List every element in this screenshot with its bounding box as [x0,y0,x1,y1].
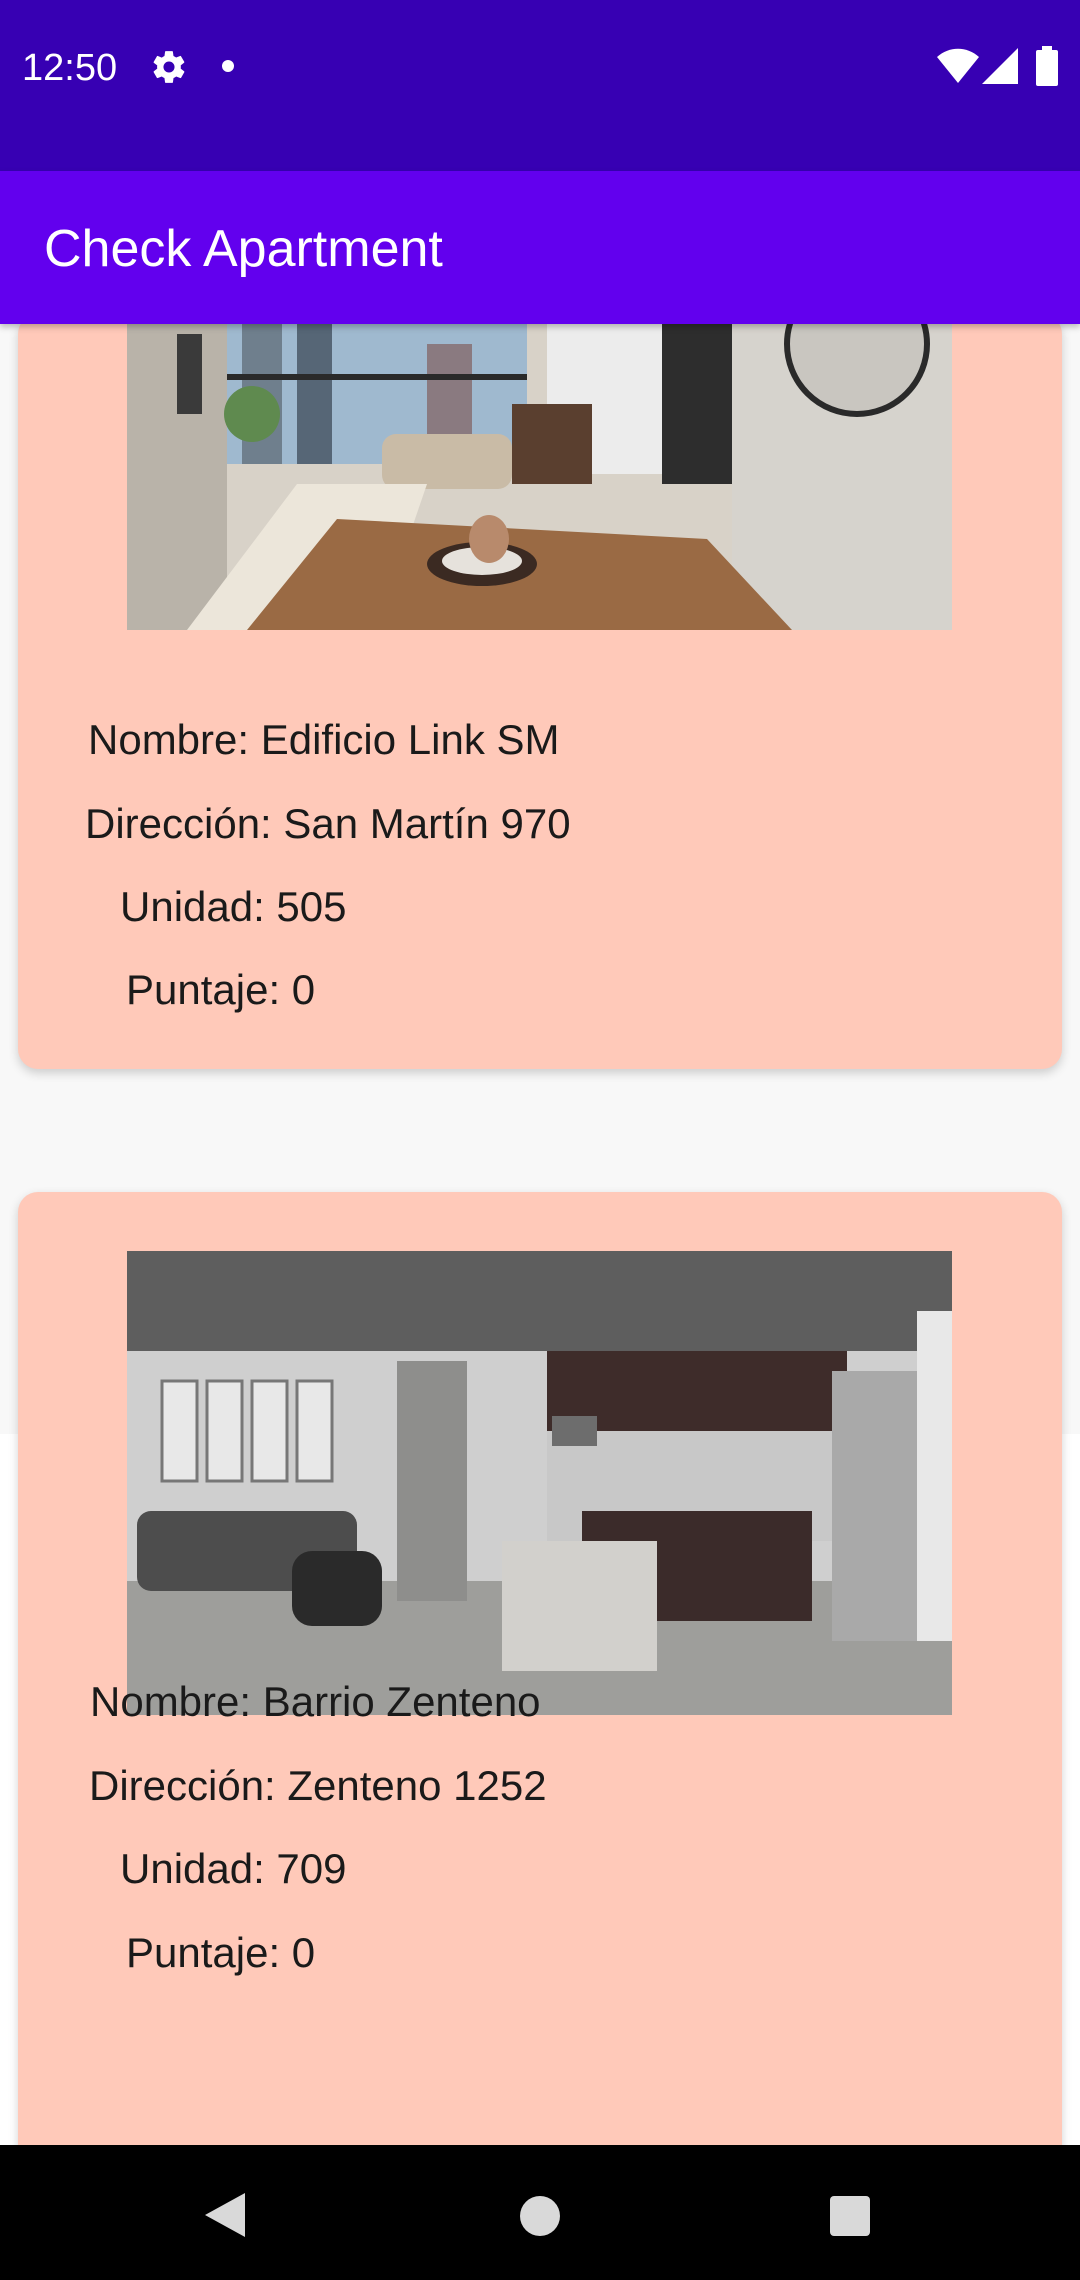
app-title: Check Apartment [44,220,443,278]
apartment-score: Puntaje: 0 [126,1929,316,1976]
apartment-name: Nombre: Barrio Zenteno [90,1678,541,1725]
apartment-unit: Unidad: 709 [120,1845,347,1892]
apartment-score: Puntaje: 0 [126,966,316,1013]
apartment-address: Dirección: San Martín 970 [85,800,571,847]
back-icon[interactable] [205,2193,245,2237]
apartment-photo [127,1251,952,1715]
recents-icon[interactable] [830,2196,870,2236]
status-bar: 12:50 [0,0,1080,171]
apartment-card[interactable]: Nombre: Edificio Link SM Dirección: San … [18,324,1062,1069]
app-bar: Check Apartment [0,171,1080,324]
notification-dot-icon [222,60,234,72]
apartment-unit: Unidad: 505 [120,883,347,930]
apartment-photo [127,324,952,630]
wifi-icon [937,48,979,83]
home-icon[interactable] [520,2196,560,2236]
navigation-bar [0,2145,1080,2280]
apartment-card[interactable]: Nombre: Barrio Zenteno Dirección: Zenten… [18,1192,1062,2145]
status-time: 12:50 [22,47,118,89]
apartment-name: Nombre: Edificio Link SM [88,716,560,763]
battery-icon [1036,46,1058,86]
cell-signal-icon [982,48,1018,84]
apartment-list[interactable]: Nombre: Edificio Link SM Dirección: San … [0,324,1080,2145]
apartment-address: Dirección: Zenteno 1252 [89,1762,547,1809]
gear-icon [153,51,185,83]
